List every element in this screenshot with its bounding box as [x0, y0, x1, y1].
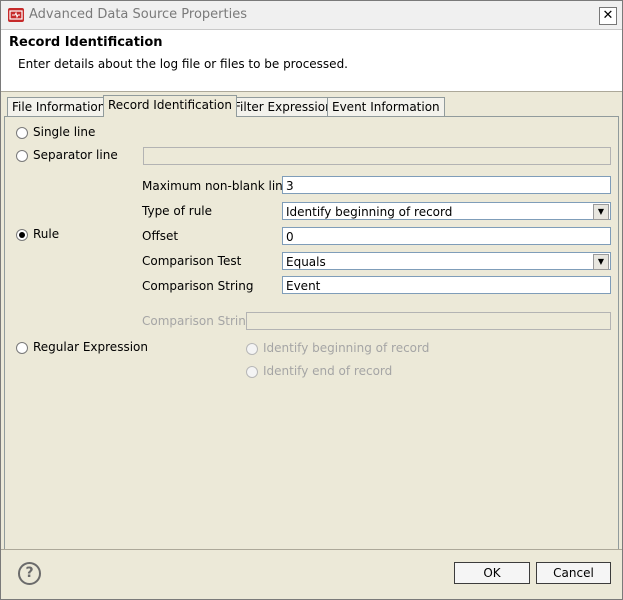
dialog-footer: ? OK Cancel — [1, 549, 622, 599]
window-title: Advanced Data Source Properties — [29, 7, 247, 22]
rule-radio[interactable] — [16, 229, 28, 241]
tab-filter-expression[interactable]: Filter Expression — [229, 97, 338, 117]
rule-type-value: Identify beginning of record — [286, 205, 453, 219]
regex-comparison-string-input[interactable] — [246, 312, 611, 330]
identify-beginning-label: Identify beginning of record — [263, 341, 430, 355]
page-description: Enter details about the log file or file… — [18, 57, 348, 71]
chevron-down-icon[interactable]: ▼ — [593, 204, 609, 220]
dialog-header: Record Identification Enter details abou… — [1, 30, 622, 92]
tab-file-information[interactable]: File Information — [7, 97, 111, 117]
regular-expression-radio[interactable] — [16, 342, 28, 354]
offset-input[interactable]: 0 — [282, 227, 611, 245]
tab-record-identification[interactable]: Record Identification — [103, 95, 237, 117]
rule-type-select[interactable]: Identify beginning of record ▼ — [282, 202, 611, 220]
title-bar: Advanced Data Source Properties ✕ — [1, 1, 622, 30]
regex-comparison-string-label: Comparison String — [142, 314, 254, 328]
comparison-test-select[interactable]: Equals ▼ — [282, 252, 611, 270]
comparison-test-value: Equals — [286, 255, 326, 269]
identify-beginning-radio[interactable] — [246, 343, 258, 355]
single-line-label: Single line — [33, 125, 96, 139]
identify-end-radio[interactable] — [246, 366, 258, 378]
help-icon[interactable]: ? — [18, 562, 41, 585]
cancel-button[interactable]: Cancel — [536, 562, 611, 584]
comparison-test-label: Comparison Test — [142, 254, 242, 268]
separator-line-label: Separator line — [33, 148, 118, 162]
regular-expression-label: Regular Expression — [33, 340, 148, 354]
app-icon — [8, 8, 24, 22]
dialog-window: Advanced Data Source Properties ✕ Record… — [0, 0, 623, 600]
close-icon[interactable]: ✕ — [599, 7, 617, 25]
page-title: Record Identification — [9, 35, 163, 50]
comparison-string-label: Comparison String — [142, 279, 254, 293]
rule-label: Rule — [33, 227, 60, 241]
separator-line-radio[interactable] — [16, 150, 28, 162]
identify-end-label: Identify end of record — [263, 364, 393, 378]
rule-type-label: Type of rule — [142, 204, 213, 218]
max-lines-input[interactable]: 3 — [282, 176, 611, 194]
tab-event-information[interactable]: Event Information — [327, 97, 445, 117]
tab-bar: File Information Record Identification F… — [1, 95, 622, 117]
max-lines-label: Maximum non-blank lines — [142, 179, 297, 193]
chevron-down-icon[interactable]: ▼ — [593, 254, 609, 270]
separator-line-input[interactable] — [143, 147, 611, 165]
comparison-string-input[interactable]: Event — [282, 276, 611, 294]
offset-label: Offset — [142, 229, 179, 243]
single-line-radio[interactable] — [16, 127, 28, 139]
ok-button[interactable]: OK — [454, 562, 530, 584]
tab-panel: Single line Separator line Maximum non-b… — [4, 116, 619, 550]
